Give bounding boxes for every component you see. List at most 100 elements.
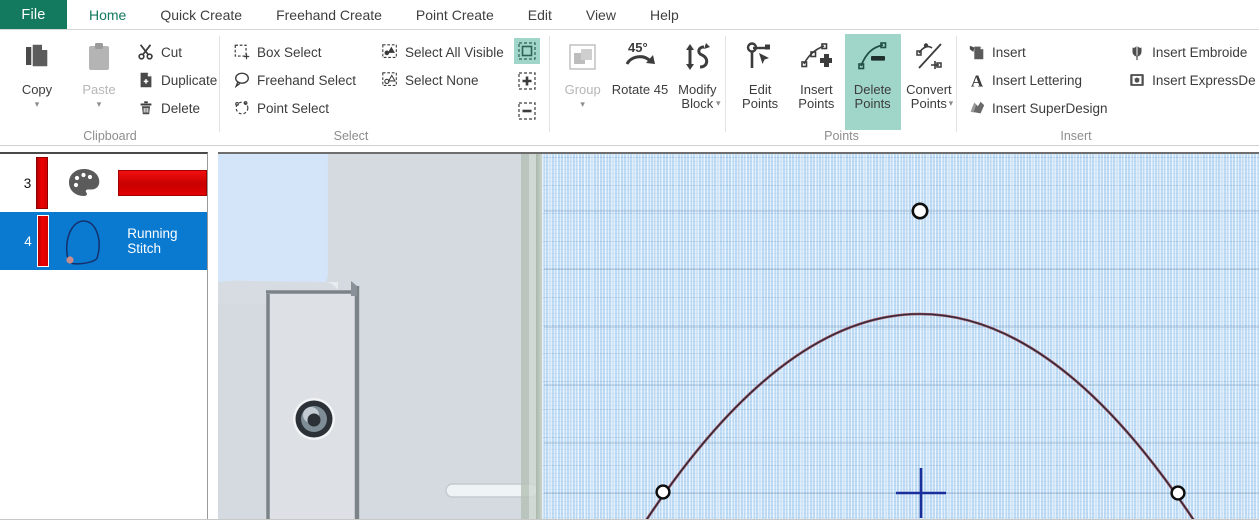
delete-points-icon <box>857 34 889 80</box>
tab-help[interactable]: Help <box>632 0 696 29</box>
group-label: Group <box>564 82 601 97</box>
tab-edit[interactable]: Edit <box>510 0 569 29</box>
paste-icon <box>82 34 116 80</box>
delete-points-label: Delete Points <box>853 82 892 112</box>
select-none-icon <box>380 71 400 89</box>
group-dropdown-caret[interactable]: ▾ <box>580 99 585 109</box>
modify-block-icon <box>680 34 714 80</box>
paste-dropdown-caret[interactable]: ▾ <box>97 99 102 109</box>
tab-point-create[interactable]: Point Create <box>398 0 511 29</box>
replace-selection-icon-button[interactable] <box>514 38 540 64</box>
letter-a-icon: A <box>967 71 987 89</box>
duplicate-button[interactable]: Duplicate <box>136 66 217 94</box>
ribbon-group-points: Edit Points Insert Points Delete Points … <box>726 30 957 146</box>
copy-button[interactable]: Copy ▾ <box>6 34 68 130</box>
tab-home-label: Home <box>89 6 127 23</box>
right-control-point <box>1170 485 1186 501</box>
thread-color-bar[interactable] <box>36 215 49 267</box>
rotate-45-icon: 45° <box>620 34 660 80</box>
insert-lettering-button[interactable]: A Insert Lettering <box>967 66 1127 94</box>
edit-points-button[interactable]: Edit Points <box>732 34 788 130</box>
tab-home[interactable]: Home <box>72 0 144 29</box>
box-select-button[interactable]: Box Select <box>232 38 380 66</box>
insert-superdesign-label: Insert SuperDesign <box>992 100 1108 116</box>
stitch-overlay <box>544 202 1259 520</box>
design-canvas[interactable] <box>218 152 1259 520</box>
application-window: File Home Quick Create Freehand Create P… <box>0 0 1259 520</box>
tab-edit-label: Edit <box>527 6 552 23</box>
duplicate-label: Duplicate <box>161 72 218 88</box>
tab-help-label: Help <box>649 6 679 23</box>
insert-points-label: Insert Points <box>798 82 835 112</box>
select-all-visible-icon <box>380 43 400 61</box>
ribbon-group-select: Box Select Freehand Select Point Select … <box>220 30 550 146</box>
box-select-label: Box Select <box>257 44 322 60</box>
crosshair-marker <box>896 468 946 518</box>
scissors-icon <box>136 43 156 61</box>
modify-block-dropdown-caret[interactable]: ▾ <box>716 98 721 108</box>
cut-button[interactable]: Cut <box>136 38 217 66</box>
insert-embroidery-button[interactable]: Insert Embroide <box>1127 38 1259 66</box>
rotate-45-button[interactable]: 45° Rotate 45 <box>611 34 668 130</box>
point-select-label: Point Select <box>257 100 330 116</box>
filmstrip-row-3[interactable]: 3 <box>0 154 207 212</box>
remove-from-selection-icon-button[interactable] <box>514 98 540 124</box>
thread-color-bar[interactable] <box>36 157 49 209</box>
filmstrip-row-4[interactable]: 4 Running Stitch <box>0 212 207 270</box>
select-group-title: Select <box>333 129 369 143</box>
paste-button[interactable]: Paste ▾ <box>68 34 130 130</box>
insert-superdesign-button[interactable]: Insert SuperDesign <box>967 94 1127 122</box>
insert-expressdesign-label: Insert ExpressDe <box>1152 72 1256 88</box>
trash-icon <box>136 99 156 117</box>
delete-points-button[interactable]: Delete Points <box>844 34 901 130</box>
tab-quick-create[interactable]: Quick Create <box>143 0 260 29</box>
copy-icon <box>20 34 54 80</box>
insert-group-title: Insert <box>1060 129 1092 143</box>
paste-label: Paste <box>82 82 116 97</box>
tab-file-label: File <box>21 6 46 23</box>
insert-expressdesign-button[interactable]: Insert ExpressDe <box>1127 66 1259 94</box>
group-button[interactable]: Group ▾ <box>554 34 611 130</box>
stitch-shape-icon <box>59 215 113 267</box>
ribbon: Copy ▾ Paste ▾ Cut Duplicate Delete Clip… <box>0 30 1259 146</box>
tab-point-create-label: Point Create <box>415 6 494 23</box>
copy-label: Copy <box>21 82 53 97</box>
tab-quick-create-label: Quick Create <box>160 6 243 23</box>
box-select-icon <box>232 43 252 61</box>
select-all-visible-button[interactable]: Select All Visible <box>380 38 520 66</box>
thread-color-swatch[interactable] <box>117 170 207 196</box>
delete-button[interactable]: Delete <box>136 94 217 122</box>
ribbon-group-insert: Insert A Insert Lettering Insert SuperDe… <box>957 30 1259 146</box>
point-select-button[interactable]: Point Select <box>232 94 380 122</box>
group-icon <box>566 34 600 80</box>
copy-dropdown-caret[interactable]: ▾ <box>35 99 40 109</box>
tulip-icon <box>1127 43 1147 61</box>
add-to-selection-icon-button[interactable] <box>514 68 540 94</box>
filmstrip-row-number: 4 <box>24 233 32 249</box>
freehand-select-icon <box>232 71 252 89</box>
svg-text:45°: 45° <box>628 40 648 55</box>
superdesign-icon <box>967 99 987 117</box>
freehand-select-button[interactable]: Freehand Select <box>232 66 380 94</box>
filmstrip-panel[interactable]: 3 4 Running Stitch <box>0 152 208 520</box>
tab-view-label: View <box>585 6 616 23</box>
tab-freehand-create[interactable]: Freehand Create <box>259 0 399 29</box>
rotate-45-label: Rotate 45 <box>611 82 669 97</box>
convert-points-button[interactable]: Convert Points ▾ <box>901 34 957 130</box>
apex-control-point <box>911 202 929 220</box>
delete-label: Delete <box>161 100 201 116</box>
insert-points-button[interactable]: Insert Points <box>788 34 844 130</box>
tab-view[interactable]: View <box>568 0 633 29</box>
cut-label: Cut <box>161 44 183 60</box>
select-none-button[interactable]: Select None <box>380 66 520 94</box>
convert-points-dropdown-caret[interactable]: ▾ <box>949 98 954 108</box>
modify-block-button[interactable]: Modify Block ▾ <box>669 34 726 130</box>
insert-embroidery-label: Insert Embroide <box>1152 44 1248 60</box>
tab-file[interactable]: File <box>0 0 67 29</box>
insert-button[interactable]: Insert <box>967 38 1127 66</box>
point-select-icon <box>232 99 252 117</box>
filmstrip-row-label: Running Stitch <box>127 226 178 256</box>
insert-lettering-label: Insert Lettering <box>992 72 1083 88</box>
insert-icon <box>967 43 987 61</box>
filmstrip-row-number: 3 <box>23 175 32 191</box>
